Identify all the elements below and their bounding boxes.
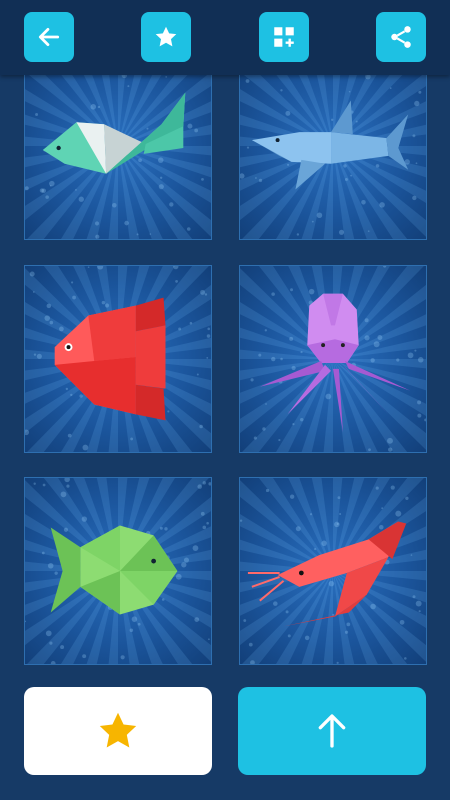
fish-origami-image xyxy=(50,525,178,615)
share-icon xyxy=(391,26,411,48)
shark-origami-image xyxy=(251,100,409,190)
gallery-item-whale[interactable] xyxy=(24,52,212,240)
star-icon xyxy=(99,712,137,748)
whale-origami-image xyxy=(42,92,186,174)
favorite-button[interactable] xyxy=(24,687,212,775)
origami-gallery xyxy=(0,0,450,680)
gallery-item-shrimp[interactable] xyxy=(239,477,427,665)
grid-plus-icon xyxy=(274,27,294,47)
gallery-item-octopus[interactable] xyxy=(239,265,427,453)
back-button[interactable] xyxy=(24,12,74,62)
sunfish-origami-image xyxy=(54,297,166,421)
scroll-top-button[interactable] xyxy=(238,687,426,775)
star-icon xyxy=(155,26,177,47)
gallery-item-fish[interactable] xyxy=(24,477,212,665)
gallery-item-sunfish[interactable] xyxy=(24,265,212,453)
octopus-origami-image xyxy=(259,293,411,433)
favorites-button[interactable] xyxy=(141,12,191,62)
share-button[interactable] xyxy=(376,12,426,62)
add-widget-button[interactable] xyxy=(259,12,309,62)
arrow-left-icon xyxy=(38,28,60,46)
shrimp-origami-image xyxy=(247,521,407,627)
arrow-up-icon xyxy=(318,714,346,748)
top-toolbar xyxy=(0,0,450,75)
gallery-item-shark[interactable] xyxy=(239,52,427,240)
